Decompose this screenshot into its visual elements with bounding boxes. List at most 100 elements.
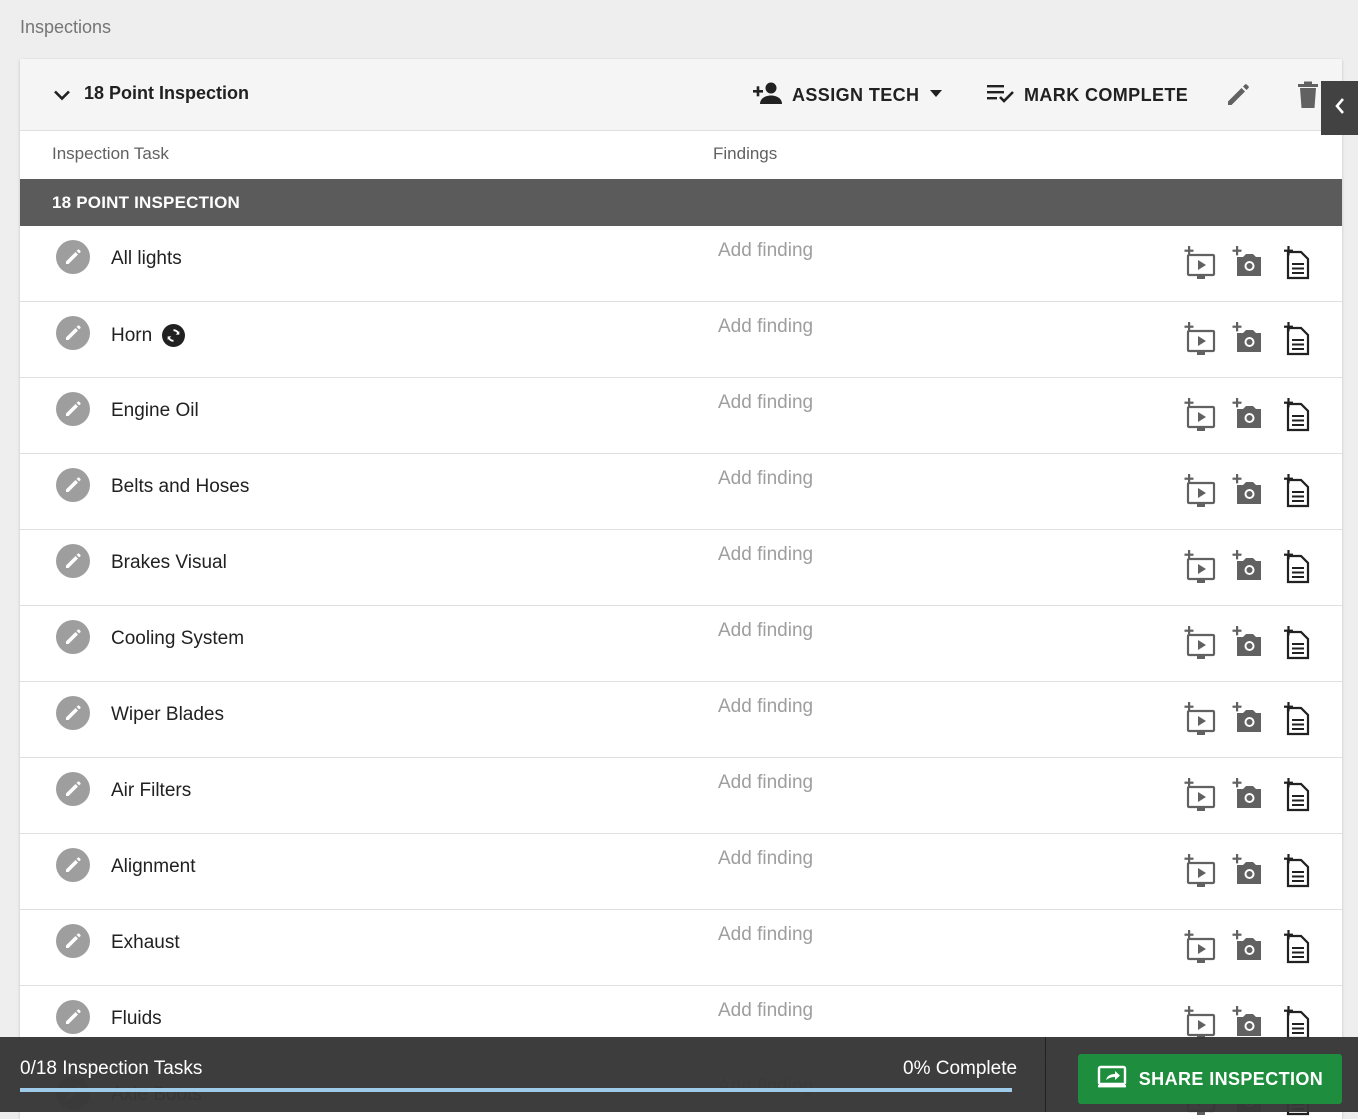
add-note-icon[interactable] — [1280, 930, 1312, 964]
pencil-icon[interactable] — [56, 544, 90, 578]
task-name: Horn — [111, 324, 153, 346]
task-name: Engine Oil — [111, 400, 199, 421]
add-note-icon[interactable] — [1280, 246, 1312, 280]
row-actions — [1184, 474, 1312, 508]
add-note-icon[interactable] — [1280, 702, 1312, 736]
task-name-wrap: Exhaust — [111, 932, 180, 954]
row-actions — [1184, 1006, 1312, 1040]
pencil-icon[interactable] — [56, 240, 90, 274]
screen-share-icon — [1097, 1065, 1127, 1094]
table-row: Belts and Hoses — [20, 454, 1342, 530]
finding-input[interactable] — [718, 392, 1158, 414]
finding-input[interactable] — [718, 468, 1158, 490]
add-video-icon[interactable] — [1184, 550, 1216, 584]
task-name-wrap: Air Filters — [111, 780, 191, 802]
add-note-icon[interactable] — [1280, 854, 1312, 888]
share-inspection-label: SHARE INSPECTION — [1138, 1068, 1324, 1089]
row-actions — [1184, 702, 1312, 736]
add-photo-icon[interactable] — [1232, 626, 1264, 660]
add-photo-icon[interactable] — [1232, 398, 1264, 432]
finding-input[interactable] — [718, 620, 1158, 642]
row-actions — [1184, 854, 1312, 888]
add-photo-icon[interactable] — [1232, 246, 1264, 280]
row-actions — [1184, 778, 1312, 812]
task-name: Cooling System — [111, 628, 245, 649]
chevron-down-icon[interactable] — [50, 83, 74, 107]
pencil-icon[interactable] — [56, 1000, 90, 1034]
table-row: Exhaust — [20, 910, 1342, 986]
pencil-icon[interactable] — [56, 848, 90, 882]
add-photo-icon[interactable] — [1232, 474, 1264, 508]
add-note-icon[interactable] — [1280, 474, 1312, 508]
add-note-icon[interactable] — [1280, 778, 1312, 812]
task-name-wrap: Belts and Hoses — [111, 476, 249, 498]
caret-down-icon — [927, 84, 945, 107]
finding-input[interactable] — [718, 316, 1158, 338]
add-photo-icon[interactable] — [1232, 778, 1264, 812]
add-video-icon[interactable] — [1184, 854, 1216, 888]
add-photo-icon[interactable] — [1232, 322, 1264, 356]
pencil-icon[interactable] — [56, 620, 90, 654]
column-headers: Inspection Task Findings — [20, 131, 1342, 179]
add-photo-icon[interactable] — [1232, 930, 1264, 964]
pencil-icon[interactable] — [56, 772, 90, 806]
mark-complete-label: MARK COMPLETE — [1024, 84, 1189, 105]
add-photo-icon[interactable] — [1232, 1006, 1264, 1040]
inspection-title: 18 Point Inspection — [84, 83, 250, 103]
pencil-icon[interactable] — [56, 924, 90, 958]
add-note-icon[interactable] — [1280, 322, 1312, 356]
playlist-check-icon — [986, 81, 1016, 110]
finding-input[interactable] — [718, 1000, 1158, 1022]
task-name-wrap: Wiper Blades — [111, 704, 224, 726]
pencil-icon[interactable] — [56, 392, 90, 426]
inspection-card: 18 Point Inspection ASSIGN TECH MARK COM… — [20, 59, 1342, 1119]
add-video-icon[interactable] — [1184, 246, 1216, 280]
add-video-icon[interactable] — [1184, 398, 1216, 432]
task-name: Fluids — [111, 1008, 162, 1029]
sync-icon — [162, 324, 186, 347]
task-list: All lights Add finding Horn Add finding … — [20, 226, 1342, 1119]
add-note-icon[interactable] — [1280, 626, 1312, 660]
finding-input[interactable] — [718, 696, 1158, 718]
add-photo-icon[interactable] — [1232, 854, 1264, 888]
chevron-left-icon — [1332, 96, 1348, 121]
table-row: Wiper Blades — [20, 682, 1342, 758]
add-video-icon[interactable] — [1184, 930, 1216, 964]
trash-icon[interactable] — [1296, 81, 1320, 109]
assign-tech-label: ASSIGN TECH — [792, 84, 920, 105]
add-video-icon[interactable] — [1184, 626, 1216, 660]
table-row: Alignment — [20, 834, 1342, 910]
add-video-icon[interactable] — [1184, 778, 1216, 812]
tasks-progress-text: 0/18 Inspection Tasks — [20, 1058, 203, 1079]
table-row: All lights — [20, 226, 1342, 302]
add-note-icon[interactable] — [1280, 550, 1312, 584]
task-name: Air Filters — [111, 780, 192, 801]
mark-complete-button[interactable]: MARK COMPLETE — [986, 79, 1188, 111]
finding-input[interactable] — [718, 544, 1158, 566]
add-video-icon[interactable] — [1184, 322, 1216, 356]
finding-input[interactable] — [718, 848, 1158, 870]
add-photo-icon[interactable] — [1232, 550, 1264, 584]
add-photo-icon[interactable] — [1232, 702, 1264, 736]
side-panel-toggle[interactable] — [1321, 81, 1358, 135]
add-video-icon[interactable] — [1184, 702, 1216, 736]
task-name: All lights — [111, 248, 182, 269]
add-note-icon[interactable] — [1280, 398, 1312, 432]
assign-tech-button[interactable]: ASSIGN TECH — [752, 79, 945, 111]
share-inspection-button[interactable]: SHARE INSPECTION — [1078, 1054, 1342, 1104]
inspection-header: 18 Point Inspection ASSIGN TECH MARK COM… — [20, 59, 1342, 131]
pencil-icon[interactable] — [56, 696, 90, 730]
add-note-icon[interactable] — [1280, 1006, 1312, 1040]
pencil-icon[interactable] — [56, 316, 90, 350]
finding-input[interactable] — [718, 240, 1158, 262]
finding-input[interactable] — [718, 772, 1158, 794]
task-name-wrap: Engine Oil — [111, 400, 199, 422]
task-name: Wiper Blades — [111, 704, 224, 725]
add-video-icon[interactable] — [1184, 1006, 1216, 1040]
pencil-icon[interactable] — [56, 468, 90, 502]
pencil-icon[interactable] — [1224, 81, 1252, 109]
add-video-icon[interactable] — [1184, 474, 1216, 508]
footer-divider — [1045, 1037, 1046, 1112]
progress-footer: 0/18 Inspection Tasks 0% Complete SHARE … — [0, 1037, 1358, 1112]
finding-input[interactable] — [718, 924, 1158, 946]
